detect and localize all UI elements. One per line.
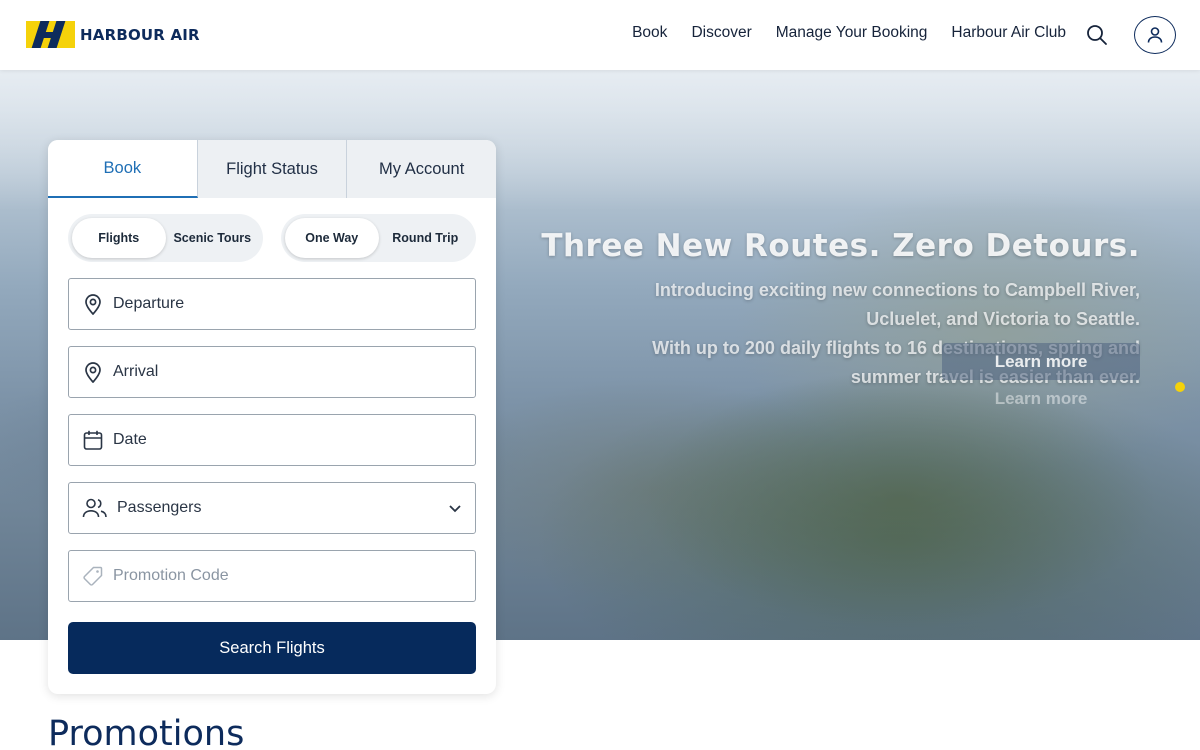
site-header: HARBOUR AIR Book Discover Manage Your Bo… xyxy=(0,0,1200,70)
location-pin-icon xyxy=(81,360,105,384)
tab-my-account[interactable]: My Account xyxy=(347,140,496,198)
departure-placeholder: Departure xyxy=(113,295,185,312)
promotions-heading: Promotions xyxy=(48,714,245,750)
trip-type-toggle: One Way Round Trip xyxy=(281,214,476,262)
passengers-select[interactable]: Passengers xyxy=(68,482,476,534)
booking-widget: Book Flight Status My Account Flights Sc… xyxy=(48,140,496,694)
booking-tabs: Book Flight Status My Account xyxy=(48,140,496,198)
arrival-field[interactable]: Arrival xyxy=(68,346,476,398)
nav-item-harbour-air-club[interactable]: Harbour Air Club xyxy=(951,24,1066,42)
hero-title: Three New Routes. Zero Detours. xyxy=(541,228,1140,264)
chevron-down-icon xyxy=(447,500,463,521)
learn-more-button-secondary[interactable]: Learn more xyxy=(942,380,1140,417)
main-nav: Book Discover Manage Your Booking Harbou… xyxy=(632,24,1066,42)
toggle-round-trip[interactable]: Round Trip xyxy=(379,218,473,258)
promotion-code-placeholder: Promotion Code xyxy=(113,567,229,584)
nav-item-book[interactable]: Book xyxy=(632,24,667,42)
date-placeholder: Date xyxy=(113,431,147,448)
tab-book[interactable]: Book xyxy=(48,140,198,198)
toggle-flights[interactable]: Flights xyxy=(72,218,166,258)
arrival-placeholder: Arrival xyxy=(113,363,159,380)
passengers-icon xyxy=(81,496,109,520)
tab-flight-status[interactable]: Flight Status xyxy=(198,140,348,198)
account-button[interactable] xyxy=(1134,16,1176,54)
search-flights-button[interactable]: Search Flights xyxy=(68,622,476,674)
trip-kind-toggle: Flights Scenic Tours xyxy=(68,214,263,262)
user-icon xyxy=(1147,27,1163,43)
nav-item-manage-booking[interactable]: Manage Your Booking xyxy=(776,24,928,42)
harbour-air-logo[interactable]: HARBOUR AIR xyxy=(26,21,200,48)
toggle-scenic-tours[interactable]: Scenic Tours xyxy=(166,218,260,258)
tag-icon xyxy=(81,564,105,588)
promotion-code-field[interactable]: Promotion Code xyxy=(68,550,476,602)
departure-field[interactable]: Departure xyxy=(68,278,476,330)
learn-more-button[interactable]: Learn more xyxy=(942,343,1140,380)
search-icon[interactable] xyxy=(1086,24,1108,46)
date-field[interactable]: Date xyxy=(68,414,476,466)
passengers-label: Passengers xyxy=(117,499,202,516)
calendar-icon xyxy=(81,428,105,452)
logo-mark-icon xyxy=(26,21,75,48)
logo-text: HARBOUR AIR xyxy=(80,25,200,44)
location-pin-icon xyxy=(81,292,105,316)
nav-item-discover[interactable]: Discover xyxy=(691,24,751,42)
carousel-indicator[interactable] xyxy=(1175,382,1185,392)
toggle-one-way[interactable]: One Way xyxy=(285,218,379,258)
